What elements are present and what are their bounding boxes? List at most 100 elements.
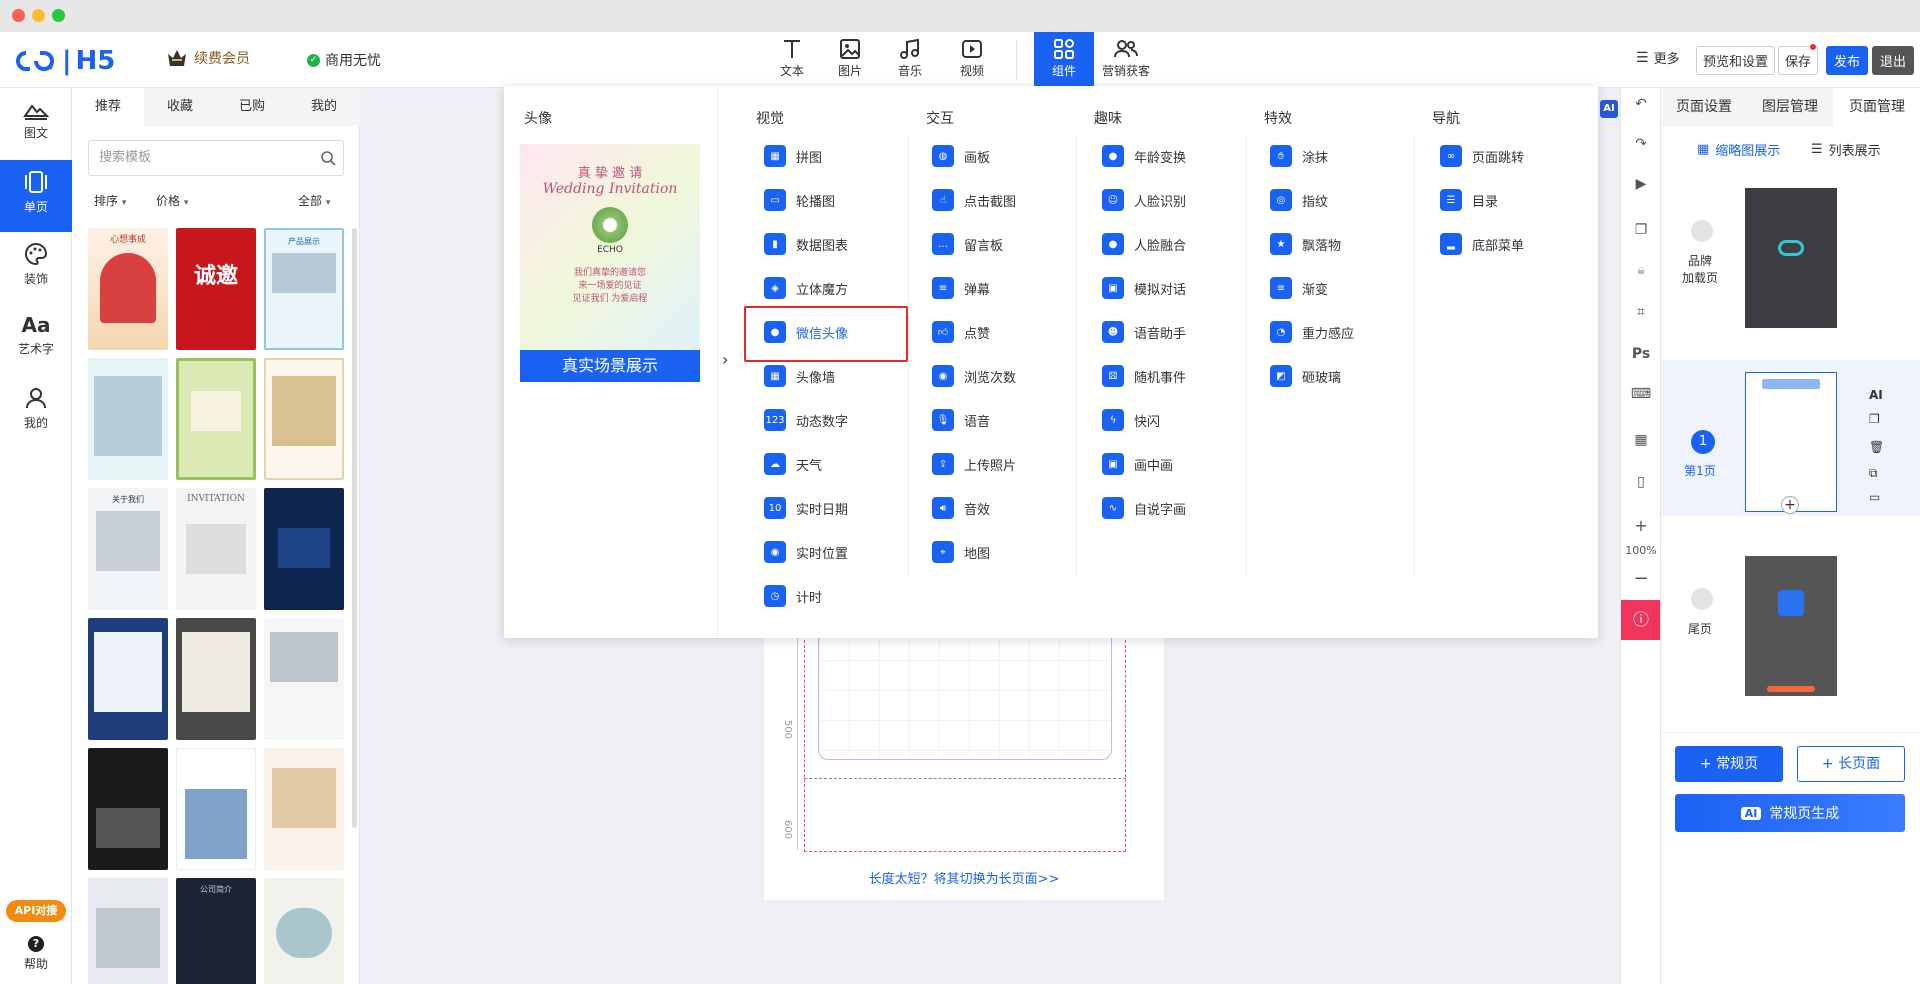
- tab-layer-management[interactable]: 图层管理: [1747, 88, 1833, 126]
- component-voice[interactable]: 🎙︎ 语音: [932, 408, 990, 432]
- component-map[interactable]: ⌖ 地图: [932, 540, 990, 564]
- tab-page-management[interactable]: 页面管理: [1833, 88, 1920, 126]
- page-row-brand-loading[interactable]: 品牌 加载页: [1661, 178, 1920, 328]
- api-integration-button[interactable]: API对接: [6, 900, 66, 922]
- component-message-board[interactable]: … 留言板: [932, 232, 1003, 256]
- component-random-event[interactable]: ⚄ 随机事件: [1102, 364, 1186, 388]
- save-button[interactable]: 保存: [1778, 46, 1819, 75]
- duplicate-page-icon[interactable]: ⧉: [1869, 466, 1878, 481]
- delete-page-icon[interactable]: 🗑︎: [1869, 440, 1884, 454]
- tab-recommend[interactable]: 推荐: [72, 88, 144, 126]
- component-view-count[interactable]: ◉ 浏览次数: [932, 364, 1016, 388]
- tab-page-settings[interactable]: 页面设置: [1661, 88, 1747, 126]
- page-row-1[interactable]: 1 第1页 + AI ❐ 🗑︎ ⧉ ▭: [1661, 360, 1920, 516]
- template-thumb[interactable]: [264, 748, 344, 870]
- add-normal-page-button[interactable]: + 常规页: [1675, 746, 1783, 782]
- template-thumb[interactable]: [176, 618, 256, 740]
- template-thumb[interactable]: [88, 618, 168, 740]
- component-page-jump[interactable]: ∞ 页面跳转: [1440, 144, 1524, 168]
- template-thumb[interactable]: [264, 618, 344, 740]
- tool-component[interactable]: 组件: [1034, 32, 1094, 88]
- grid-icon[interactable]: ▦: [1621, 432, 1661, 448]
- template-thumb[interactable]: [264, 488, 344, 610]
- template-thumb[interactable]: 心想事成: [88, 228, 168, 350]
- view-list-toggle[interactable]: ☰ 列表展示: [1811, 140, 1881, 159]
- minimize-window-button[interactable]: [32, 9, 45, 22]
- template-thumb[interactable]: INVITATION: [176, 488, 256, 610]
- price-dropdown[interactable]: 价格 ▾: [156, 192, 188, 209]
- vip-renew[interactable]: 续费会员: [166, 48, 250, 68]
- keyboard-icon[interactable]: ⌨: [1621, 386, 1661, 402]
- ai-page-tool[interactable]: AI: [1869, 388, 1883, 402]
- help-button[interactable]: ? 帮助: [0, 936, 72, 972]
- template-thumb[interactable]: [264, 358, 344, 480]
- page-thumbnail[interactable]: [1745, 188, 1837, 328]
- alert-icon[interactable]: ⓘ: [1621, 600, 1661, 640]
- component-cube[interactable]: ◈ 立体魔方: [764, 276, 848, 300]
- component-click-screenshot[interactable]: ☝ 点击截图: [932, 188, 1016, 212]
- component-weather[interactable]: ☁ 天气: [764, 452, 822, 476]
- component-realtime-location[interactable]: ◉ 实时位置: [764, 540, 848, 564]
- mobile-icon[interactable]: ▯: [1621, 474, 1661, 490]
- nav-item-single-page[interactable]: 单页: [0, 160, 72, 232]
- tab-purchased[interactable]: 已购: [216, 88, 288, 126]
- ai-generate-button[interactable]: AI 常规页生成: [1675, 794, 1905, 832]
- folder-icon[interactable]: ▭: [1869, 490, 1880, 504]
- tool-marketing[interactable]: 营销获客: [1098, 38, 1154, 79]
- real-scene-button[interactable]: 真实场景展示: [520, 350, 700, 382]
- component-drawing-board[interactable]: ◍ 画板: [932, 144, 990, 168]
- nav-item-decoration[interactable]: 装饰: [0, 232, 72, 304]
- category-dropdown[interactable]: 全部 ▾: [298, 192, 330, 209]
- component-flash[interactable]: ϟ 快闪: [1102, 408, 1160, 432]
- component-puzzle[interactable]: ▦ 拼图: [764, 144, 822, 168]
- component-break-glass[interactable]: ◩ 砸玻璃: [1270, 364, 1341, 388]
- component-gravity-sensor[interactable]: ◔ 重力感应: [1270, 320, 1354, 344]
- zoom-in-icon[interactable]: +: [1621, 516, 1661, 535]
- component-dynamic-number[interactable]: 123 动态数字: [764, 408, 848, 432]
- component-voice-assistant[interactable]: ☻ 语音助手: [1102, 320, 1186, 344]
- template-thumb[interactable]: 关于我们: [88, 488, 168, 610]
- component-bottom-menu[interactable]: ▂ 底部菜单: [1440, 232, 1524, 256]
- nav-item-mine[interactable]: 我的: [0, 376, 72, 448]
- editor-canvas[interactable]: 500 600 长度太短？将其切换为长页面>>: [764, 600, 1164, 900]
- component-gradient[interactable]: ≡ 渐变: [1270, 276, 1328, 300]
- undo-icon[interactable]: ↶: [1621, 96, 1661, 112]
- component-avatar-wall[interactable]: ▦ 头像墙: [764, 364, 835, 388]
- tab-mine[interactable]: 我的: [288, 88, 360, 126]
- template-thumb[interactable]: 诚邀: [176, 228, 256, 350]
- component-realtime-date[interactable]: 10 实时日期: [764, 496, 848, 520]
- page-thumbnail[interactable]: [1745, 556, 1837, 696]
- more-menu[interactable]: ☰ 更多: [1636, 48, 1680, 68]
- tool-video[interactable]: 视频: [946, 38, 998, 79]
- component-upload-photo[interactable]: ⇪ 上传照片: [932, 452, 1016, 476]
- template-thumb[interactable]: [176, 748, 256, 870]
- close-window-button[interactable]: [12, 9, 25, 22]
- component-age-transform[interactable]: ● 年龄变换: [1102, 144, 1186, 168]
- copy-page-icon[interactable]: ❐: [1869, 412, 1880, 426]
- template-scrollbar[interactable]: [352, 228, 357, 828]
- component-face-recognition[interactable]: ☺ 人脸识别: [1102, 188, 1186, 212]
- template-thumb[interactable]: [88, 358, 168, 480]
- component-fingerprint[interactable]: ◎ 指纹: [1270, 188, 1328, 212]
- component-self-caption[interactable]: ∿ 自说字画: [1102, 496, 1186, 520]
- component-carousel[interactable]: ▭ 轮播图: [764, 188, 835, 212]
- template-thumb[interactable]: [88, 748, 168, 870]
- component-face-fusion[interactable]: ● 人脸融合: [1102, 232, 1186, 256]
- exit-button[interactable]: 退出: [1872, 46, 1915, 75]
- view-thumbnail-toggle[interactable]: ▦ 缩略图展示: [1697, 140, 1780, 159]
- component-smear[interactable]: ✋︎ 涂抹: [1270, 144, 1328, 168]
- component-danmaku[interactable]: ≡ 弹幕: [932, 276, 990, 300]
- redo-icon[interactable]: ↷: [1621, 136, 1661, 152]
- component-like[interactable]: 👍︎ 点赞: [932, 320, 990, 344]
- copy-icon[interactable]: ❐: [1621, 222, 1661, 238]
- component-timer[interactable]: ◷ 计时: [764, 584, 822, 608]
- photoshop-import-button[interactable]: Ps: [1621, 346, 1661, 362]
- app-logo[interactable]: | H5: [14, 46, 115, 76]
- nav-item-art-text[interactable]: Aa 艺术字: [0, 304, 72, 376]
- play-icon[interactable]: ▶: [1621, 176, 1661, 192]
- template-thumb[interactable]: 公司简介: [176, 878, 256, 984]
- template-thumb[interactable]: [176, 358, 256, 480]
- component-picture-in-picture[interactable]: ▣ 画中画: [1102, 452, 1173, 476]
- component-sound-effect[interactable]: 🔊︎ 音效: [932, 496, 990, 520]
- component-catalog[interactable]: ☰ 目录: [1440, 188, 1498, 212]
